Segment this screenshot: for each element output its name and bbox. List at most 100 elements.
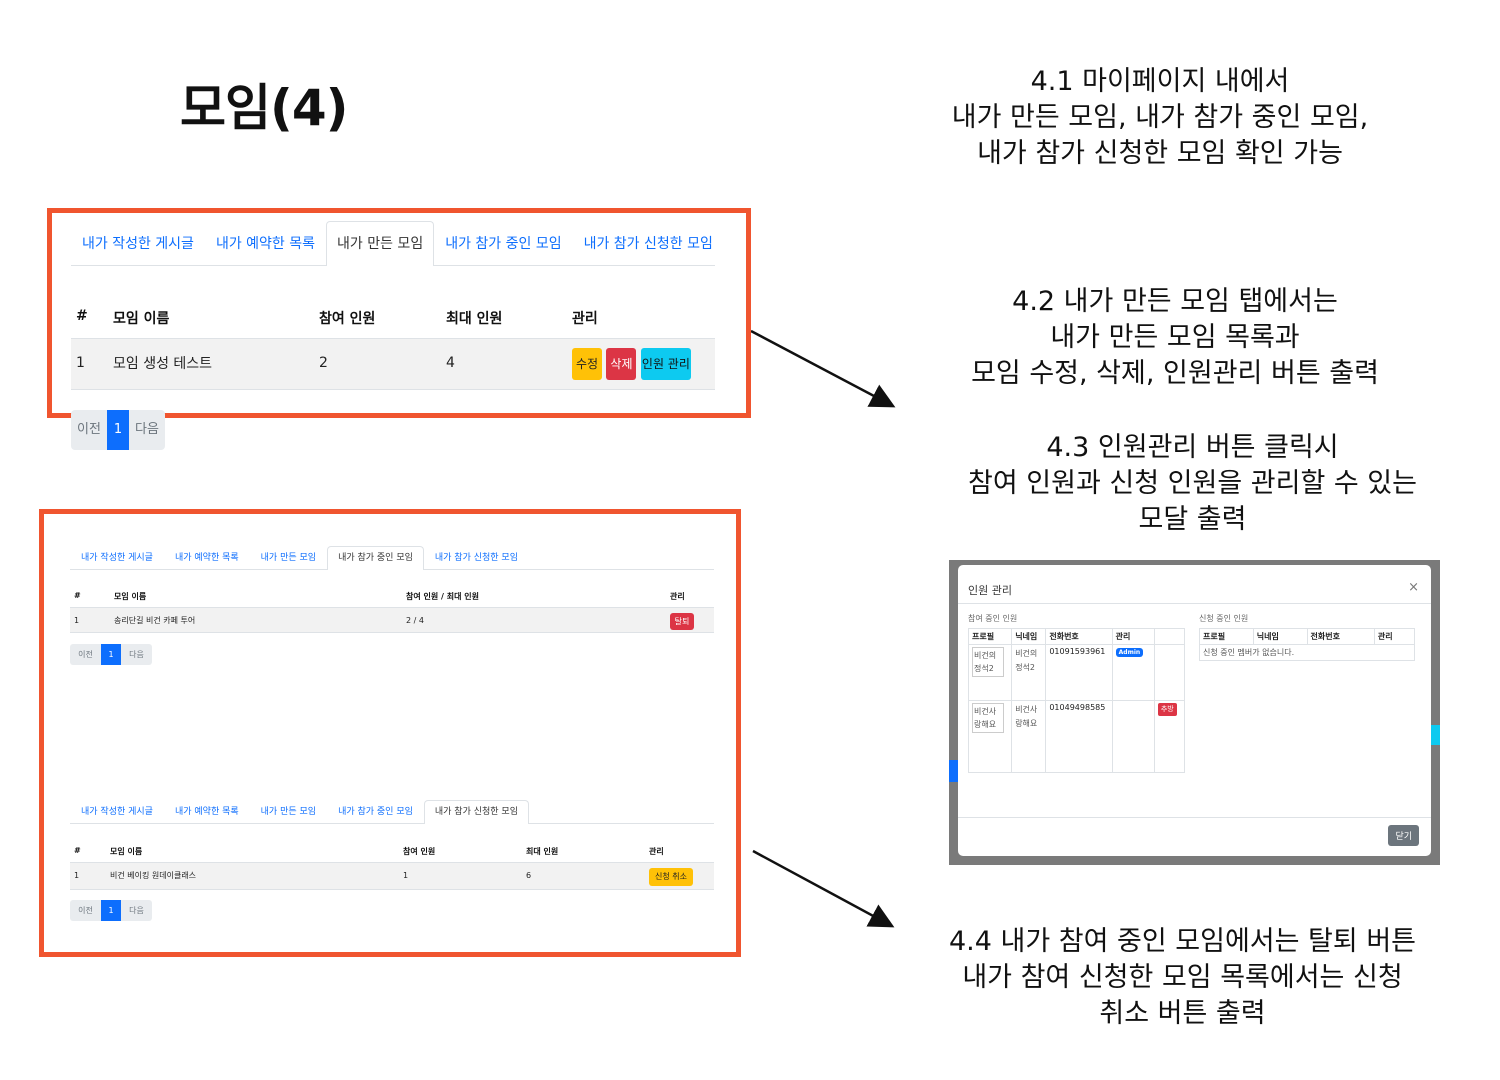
tab-joined-groups[interactable]: 내가 참가 중인 모임 xyxy=(327,800,424,823)
next-page-button[interactable]: 다음 xyxy=(129,410,165,450)
tab-my-posts[interactable]: 내가 작성한 게시글 xyxy=(70,546,164,569)
delete-button[interactable]: 삭제 xyxy=(606,348,637,380)
col-profile: 프로필 xyxy=(967,628,1013,645)
pagination: 이전 1 다음 xyxy=(71,410,165,450)
note-line: 내가 참여 신청한 모임 목록에서는 신청 xyxy=(962,962,1403,993)
close-button[interactable]: 닫기 xyxy=(1388,825,1419,846)
table-row: 1 송리단길 비건 카페 투어 2 / 4 탈퇴 xyxy=(70,607,714,633)
row-num: 1 xyxy=(74,871,80,880)
col-phone: 전화번호 xyxy=(1045,628,1113,645)
page-1-button[interactable]: 1 xyxy=(101,900,121,921)
row-joined: 1 xyxy=(403,871,409,880)
page-1-button[interactable]: 1 xyxy=(101,644,121,665)
manage-members-button[interactable]: 인원 관리 xyxy=(640,348,691,380)
note-line: 내가 만든 모임 목록과 xyxy=(1050,322,1300,353)
note-line: 내가 참가 신청한 모임 확인 가능 xyxy=(977,138,1343,169)
note-line: 4.4 내가 참여 중인 모임에서는 탈퇴 버튼 xyxy=(948,926,1417,957)
col-name: 모임 이름 xyxy=(114,592,147,601)
next-page-button[interactable]: 다음 xyxy=(121,900,152,921)
table-header: # 모임 이름 참여 인원 최대 인원 관리 xyxy=(71,296,715,338)
divider xyxy=(958,817,1431,818)
table-row: 신청 중인 멤버가 없습니다. xyxy=(1199,644,1415,661)
note-4-1: 4.1 마이페이지 내에서 내가 만든 모임, 내가 참가 중인 모임, 내가 … xyxy=(930,64,1390,172)
modal-title: 인원 관리 xyxy=(968,584,1012,597)
avatar: 비건사랑해요 xyxy=(972,703,1004,733)
members-modal-screenshot: 인원 관리 × 참여 중인 인원 신청 중인 인원 프로필 닉네임 전화번호 관… xyxy=(949,560,1440,865)
tab-my-reservations[interactable]: 내가 예약한 목록 xyxy=(164,546,250,569)
col-max: 최대 인원 xyxy=(446,311,503,327)
mypage-tabs-joined: 내가 작성한 게시글 내가 예약한 목록 내가 만든 모임 내가 참가 중인 모… xyxy=(70,546,714,570)
col-manage: 관리 xyxy=(1373,628,1416,645)
col-joined: 참여 인원 xyxy=(403,847,436,856)
col-count: 참여 인원 / 최대 인원 xyxy=(406,592,479,601)
close-icon[interactable]: × xyxy=(1408,580,1419,595)
col-extra xyxy=(1153,628,1186,645)
row-num: 1 xyxy=(76,355,85,371)
col-num: # xyxy=(74,846,81,855)
admin-badge: Admin xyxy=(1115,648,1144,657)
col-name: 모임 이름 xyxy=(113,311,170,327)
tab-applied-groups[interactable]: 내가 참가 신청한 모임 xyxy=(424,546,529,569)
table-header: 프로필 닉네임 전화번호 관리 xyxy=(1199,628,1416,645)
prev-page-button[interactable]: 이전 xyxy=(70,644,101,665)
tab-my-posts[interactable]: 내가 작성한 게시글 xyxy=(71,221,205,265)
col-nickname: 닉네임 xyxy=(1252,628,1308,645)
page-1-button[interactable]: 1 xyxy=(107,410,129,450)
avatar: 비건의 정석2 xyxy=(972,647,1004,677)
note-line: 4.2 내가 만든 모임 탭에서는 xyxy=(1012,286,1338,317)
col-manage: 관리 xyxy=(1111,628,1155,645)
applicants-label: 신청 중인 인원 xyxy=(1199,614,1249,623)
row-name: 모임 생성 테스트 xyxy=(113,356,213,372)
row-count: 2 / 4 xyxy=(406,616,424,625)
nickname: 비건사랑해요 xyxy=(1011,700,1047,773)
col-num: # xyxy=(74,591,81,600)
table-row: 비건의 정석2 비건의 정석2 01091593961 Admin xyxy=(967,644,1186,701)
background-peek xyxy=(949,760,958,782)
tab-my-reservations[interactable]: 내가 예약한 목록 xyxy=(164,800,250,823)
tab-my-reservations[interactable]: 내가 예약한 목록 xyxy=(205,221,326,265)
participants-table: 프로필 닉네임 전화번호 관리 비건의 정석2 비건의 정석2 01091593… xyxy=(967,628,1186,773)
table-row: 1 비건 베이킹 원데이클래스 1 6 신청 취소 xyxy=(70,862,714,890)
col-max: 최대 인원 xyxy=(526,847,559,856)
edit-button[interactable]: 수정 xyxy=(572,348,602,380)
tab-joined-groups[interactable]: 내가 참가 중인 모임 xyxy=(434,221,572,265)
note-4-4: 4.4 내가 참여 중인 모임에서는 탈퇴 버튼 내가 참여 신청한 모임 목록… xyxy=(925,924,1440,1032)
col-manage: 관리 xyxy=(649,847,664,856)
divider xyxy=(958,603,1431,604)
note-4-2: 4.2 내가 만든 모임 탭에서는 내가 만든 모임 목록과 모임 수정, 삭제… xyxy=(950,284,1400,392)
tab-applied-groups[interactable]: 내가 참가 신청한 모임 xyxy=(573,221,724,265)
tab-applied-groups[interactable]: 내가 참가 신청한 모임 xyxy=(423,800,529,824)
prev-page-button[interactable]: 이전 xyxy=(70,900,101,921)
note-line: 4.1 마이페이지 내에서 xyxy=(1030,66,1290,97)
row-name: 송리단길 비건 카페 투어 xyxy=(114,616,196,625)
applicants-table: 프로필 닉네임 전화번호 관리 신청 중인 멤버가 없습니다. xyxy=(1199,628,1416,661)
joined-groups-table: # 모임 이름 참여 인원 / 최대 인원 관리 1 송리단길 비건 카페 투어… xyxy=(70,585,714,635)
cancel-application-button[interactable]: 신청 취소 xyxy=(649,868,693,886)
prev-page-button[interactable]: 이전 xyxy=(71,410,107,450)
col-name: 모임 이름 xyxy=(110,847,143,856)
arrow-icon xyxy=(752,849,895,928)
leave-button[interactable]: 탈퇴 xyxy=(670,613,694,630)
created-groups-table: # 모임 이름 참여 인원 최대 인원 관리 1 모임 생성 테스트 2 4 수… xyxy=(71,296,715,392)
table-row: 비건사랑해요 비건사랑해요 01049498585 추방 xyxy=(967,700,1186,773)
col-manage: 관리 xyxy=(670,592,685,601)
note-line: 모달 출력 xyxy=(1138,504,1247,535)
tab-created-groups[interactable]: 내가 만든 모임 xyxy=(250,800,327,823)
participants-label: 참여 중인 인원 xyxy=(968,614,1018,623)
phone: 01091593961 xyxy=(1045,644,1113,701)
slide-title: 모임(4) xyxy=(180,79,348,137)
col-nickname: 닉네임 xyxy=(1011,628,1047,645)
note-4-3: 4.3 인원관리 버튼 클릭시 참여 인원과 신청 인원을 관리할 수 있는 모… xyxy=(945,430,1440,538)
kick-button[interactable]: 추방 xyxy=(1157,703,1177,716)
col-phone: 전화번호 xyxy=(1306,628,1375,645)
col-num: # xyxy=(76,308,88,324)
table-header: # 모임 이름 참여 인원 최대 인원 관리 xyxy=(70,840,714,862)
mypage-tabs: 내가 작성한 게시글 내가 예약한 목록 내가 만든 모임 내가 참가 중인 모… xyxy=(71,221,715,266)
tab-my-posts[interactable]: 내가 작성한 게시글 xyxy=(70,800,164,823)
next-page-button[interactable]: 다음 xyxy=(121,644,152,665)
col-profile: 프로필 xyxy=(1199,628,1254,645)
tab-created-groups[interactable]: 내가 만든 모임 xyxy=(250,546,327,569)
row-joined: 2 xyxy=(319,355,328,371)
tab-created-groups[interactable]: 내가 만든 모임 xyxy=(326,221,435,266)
tab-joined-groups[interactable]: 내가 참가 중인 모임 xyxy=(327,546,424,570)
